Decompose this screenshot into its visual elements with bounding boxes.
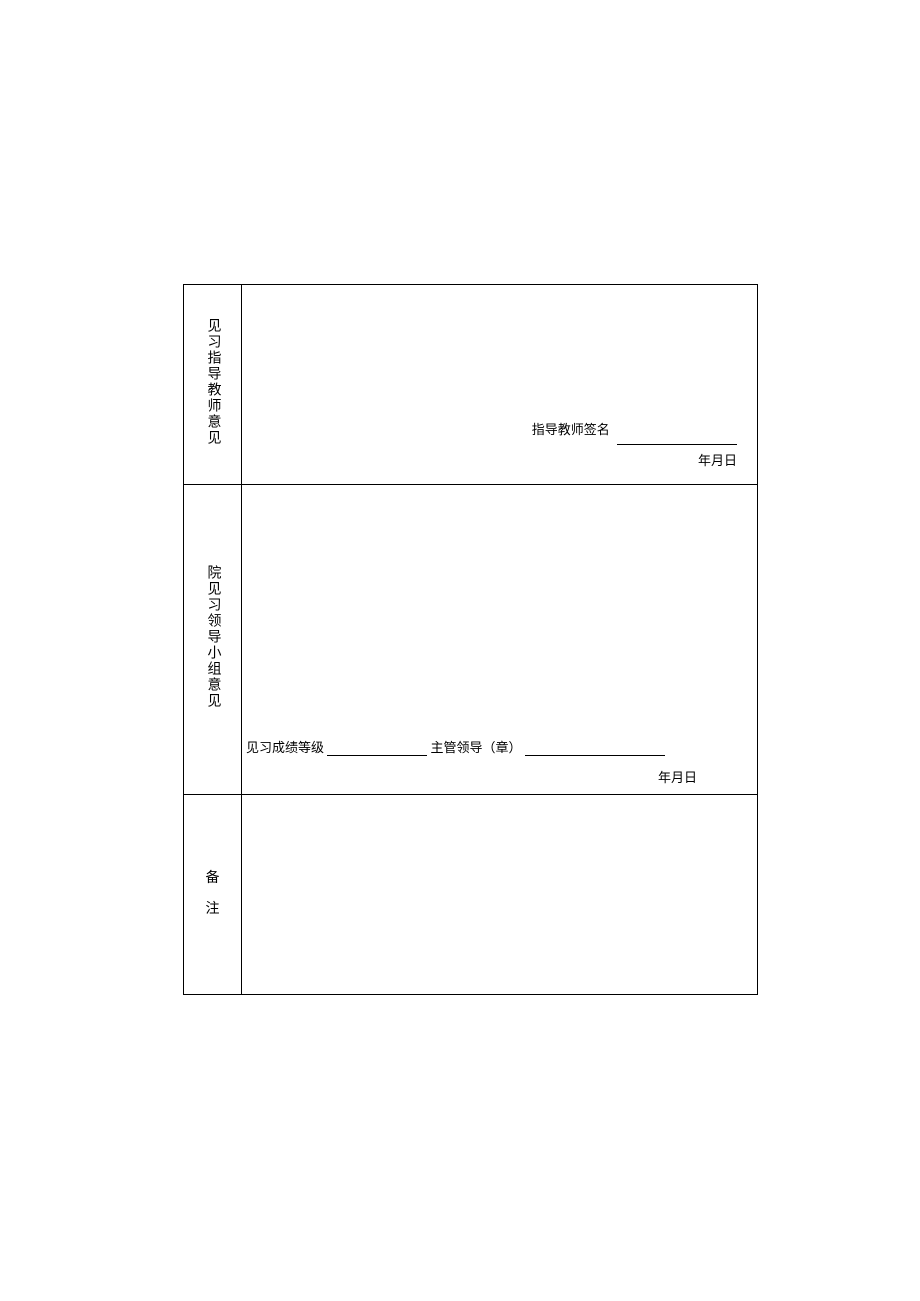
row2-label: 院见习领导小组意见 — [202, 565, 222, 709]
row1-date-line: 年月日 — [532, 445, 737, 476]
row3-label: 备 注 — [188, 864, 237, 926]
row2-date-line: 年月日 — [658, 767, 697, 786]
date-label: 年月日 — [698, 453, 737, 468]
table-row: 见习指导教师意见 指导教师签名 年月日 — [184, 285, 758, 485]
table-row: 院见习领导小组意见 见习成绩等级 主管领导（章） 年月日 — [184, 485, 758, 795]
row1-label-cell: 见习指导教师意见 — [184, 285, 242, 485]
row1-signature-line: 指导教师签名 — [532, 414, 737, 445]
row2-grade-line: 见习成绩等级 主管领导（章） — [246, 737, 665, 756]
signature-underline[interactable] — [617, 432, 737, 445]
row2-label-cell: 院见习领导小组意见 — [184, 485, 242, 795]
row1-content-cell: 指导教师签名 年月日 — [241, 285, 757, 485]
row1-signature-block: 指导教师签名 年月日 — [532, 414, 737, 476]
row3-label-char1: 备 — [188, 864, 237, 895]
row1-label: 见习指导教师意见 — [202, 318, 222, 446]
grade-label: 见习成绩等级 — [246, 740, 324, 755]
internship-form-table: 见习指导教师意见 指导教师签名 年月日 院见习领导小组意见 见习成绩等级 主管领… — [183, 284, 758, 995]
row3-label-char2: 注 — [188, 895, 237, 926]
leader-label: 主管领导（章） — [430, 740, 521, 755]
date-label: 年月日 — [658, 770, 697, 785]
leader-underline[interactable] — [525, 743, 665, 756]
row2-content-cell: 见习成绩等级 主管领导（章） 年月日 — [241, 485, 757, 795]
row3-label-cell: 备 注 — [184, 795, 242, 995]
signature-label: 指导教师签名 — [532, 422, 610, 437]
grade-underline[interactable] — [327, 743, 427, 756]
table-row: 备 注 — [184, 795, 758, 995]
row3-content-cell — [241, 795, 757, 995]
